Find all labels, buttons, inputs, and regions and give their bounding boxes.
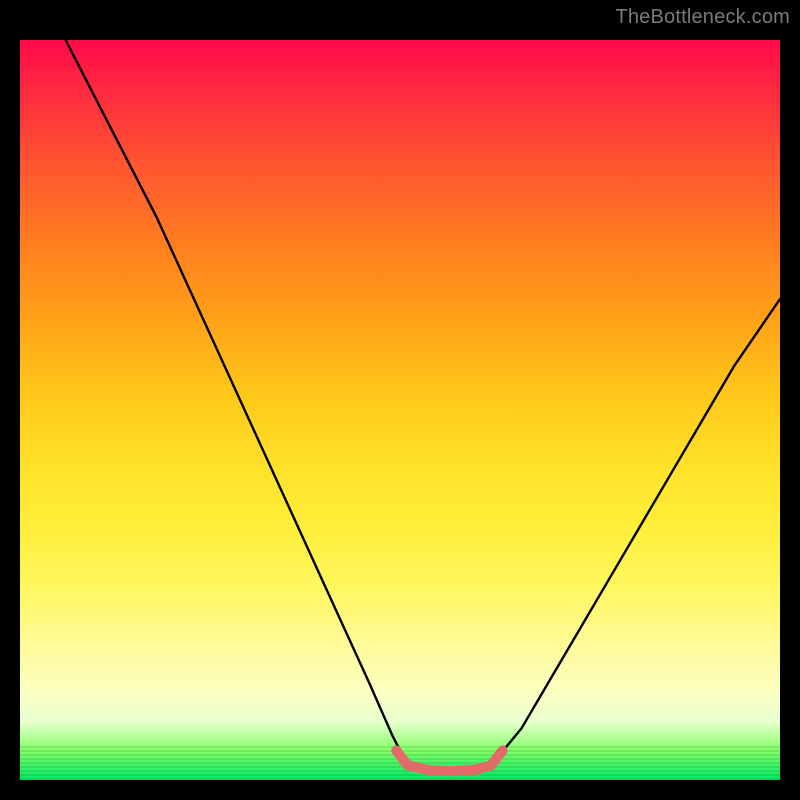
watermark-text: TheBottleneck.com bbox=[615, 6, 790, 28]
chart-frame: { "watermark": "TheBottleneck.com", "col… bbox=[0, 0, 800, 800]
valley-accent-stroke bbox=[20, 40, 780, 780]
plot-area bbox=[20, 40, 780, 780]
